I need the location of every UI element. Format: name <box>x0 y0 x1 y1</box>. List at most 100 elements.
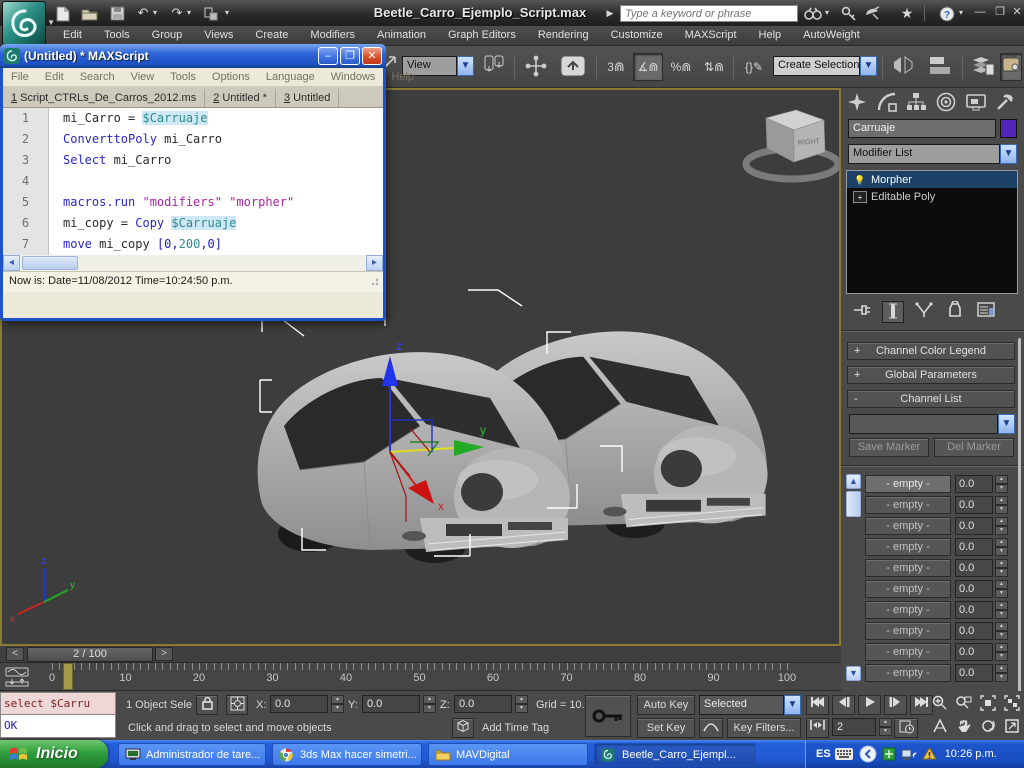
expand-search-icon[interactable]: ▶ <box>604 4 616 23</box>
previous-frame-arrow[interactable]: < <box>6 647 24 661</box>
object-color-swatch[interactable] <box>1000 119 1017 138</box>
channel-value-field[interactable]: 0.0 <box>955 622 993 640</box>
menu-help[interactable]: Help <box>748 26 793 46</box>
create-tab-icon[interactable] <box>845 91 869 113</box>
auto-key-button[interactable]: Auto Key <box>637 695 695 715</box>
rollout-global-parameters[interactable]: + Global Parameters <box>847 366 1015 384</box>
select-manipulate-icon[interactable] <box>520 53 552 81</box>
modifier-list-dropdown[interactable]: Modifier List ▼ <box>848 144 1017 164</box>
remove-modifier-icon[interactable] <box>944 301 966 323</box>
layer-manager-icon[interactable] <box>968 53 998 81</box>
minimize-button[interactable]: – <box>318 47 338 65</box>
orbit-icon[interactable] <box>976 718 999 739</box>
viewcube[interactable]: RIGHT <box>746 110 838 179</box>
y-spinner-up-icon[interactable]: ▲ <box>423 695 436 704</box>
graphite-ribbon-toggle[interactable] <box>1000 53 1022 81</box>
key-filters-button[interactable]: Key Filters... <box>727 718 801 738</box>
code-line[interactable]: 5macros.run "modifiers" "morpher" <box>3 192 383 213</box>
code-line[interactable]: 2ConverttoPoly mi_Carro <box>3 129 383 150</box>
select-link-icon[interactable] <box>200 4 222 23</box>
open-file-icon[interactable] <box>78 4 100 23</box>
help-icon[interactable]: ? <box>936 4 958 23</box>
next-frame-icon[interactable] <box>884 695 907 715</box>
marker-dropdown[interactable]: ▼ <box>849 414 1015 434</box>
taskbar-task-1[interactable]: Administrador de tare... <box>118 743 266 766</box>
channel-button[interactable]: - empty - <box>865 475 951 493</box>
z-coordinate-field[interactable]: 0.0 <box>454 695 512 713</box>
taskbar-task-2[interactable]: 3ds Max hacer simetri... <box>272 743 422 766</box>
channel-button[interactable]: - empty - <box>865 496 951 514</box>
code-line[interactable]: 6mi_copy = Copy $Carruaje <box>3 213 383 234</box>
restore-button[interactable]: ❐ <box>992 6 1008 20</box>
maximize-viewport-toggle-icon[interactable] <box>1000 718 1023 739</box>
maxscript-menu-windows[interactable]: Windows <box>323 68 384 86</box>
next-frame-arrow[interactable]: > <box>155 647 173 661</box>
menu-maxscript[interactable]: MAXScript <box>674 26 748 46</box>
rollout-channel-color-legend[interactable]: + Channel Color Legend <box>847 342 1015 360</box>
key-icon[interactable] <box>838 4 860 23</box>
channel-value-field[interactable]: 0.0 <box>955 496 993 514</box>
channel-value-field[interactable]: 0.0 <box>955 517 993 535</box>
taskbar-clock[interactable]: 10:26 p.m. <box>945 748 997 760</box>
minimize-button[interactable]: — <box>972 6 988 20</box>
lightbulb-icon[interactable]: 💡 <box>853 174 867 186</box>
expand-plus-icon[interactable]: + <box>853 191 867 203</box>
spinner-up-icon[interactable]: ▲ <box>995 622 1008 631</box>
spinner-down-icon[interactable]: ▼ <box>995 547 1008 556</box>
spinner-down-icon[interactable]: ▼ <box>995 505 1008 514</box>
maximize-button[interactable]: ❐ <box>340 47 360 65</box>
language-indicator[interactable]: ES <box>816 748 831 760</box>
object-name-field[interactable]: Carruaje <box>848 119 996 138</box>
display-tab-icon[interactable] <box>964 91 988 113</box>
channel-button[interactable]: - empty - <box>865 580 951 598</box>
time-configuration-icon[interactable] <box>894 718 918 738</box>
menu-customize[interactable]: Customize <box>600 26 674 46</box>
channel-button[interactable]: - empty - <box>865 664 951 682</box>
angle-snap-toggle[interactable]: ∡⋒ <box>633 53 663 81</box>
field-of-view-icon[interactable] <box>928 718 951 739</box>
save-marker-button[interactable]: Save Marker <box>849 438 929 457</box>
default-in-out-tangents-icon[interactable] <box>699 718 723 738</box>
zoom-all-icon[interactable] <box>952 695 975 716</box>
maxscript-menu-edit[interactable]: Edit <box>37 68 72 86</box>
hide-icons-chevron-icon[interactable] <box>859 745 877 763</box>
frame-spinner-up-icon[interactable]: ▲ <box>879 718 892 727</box>
menu-autoweight[interactable]: AutoWeight <box>792 26 871 46</box>
save-file-icon[interactable] <box>106 4 128 23</box>
keyboard-shortcut-override-icon[interactable] <box>556 53 590 81</box>
spinner-up-icon[interactable]: ▲ <box>995 601 1008 610</box>
maxscript-menu-tools[interactable]: Tools <box>162 68 204 86</box>
scrollbar-thumb[interactable] <box>22 256 78 270</box>
spinner-up-icon[interactable]: ▲ <box>995 643 1008 652</box>
channel-value-field[interactable]: 0.0 <box>955 580 993 598</box>
current-frame-field[interactable]: 2 <box>832 718 876 736</box>
snap-3d-toggle[interactable]: 3⋒ <box>602 53 630 81</box>
spinner-up-icon[interactable]: ▲ <box>995 475 1008 484</box>
channel-scroll-up-icon[interactable]: ▲ <box>846 474 861 489</box>
maxscript-menu-language[interactable]: Language <box>258 68 323 86</box>
named-selection-sets-icon[interactable]: {}✎ <box>738 53 770 81</box>
spinner-up-icon[interactable]: ▲ <box>995 580 1008 589</box>
spinner-up-icon[interactable]: ▲ <box>995 664 1008 673</box>
maxscript-menu-search[interactable]: Search <box>72 68 123 86</box>
maxscript-menu-help[interactable]: Help <box>383 68 422 86</box>
menu-tools[interactable]: Tools <box>93 26 141 46</box>
show-end-result-icon[interactable] <box>882 301 904 323</box>
code-line[interactable]: 3Select mi_Carro <box>3 150 383 171</box>
maxscript-menu-view[interactable]: View <box>123 68 163 86</box>
make-unique-icon[interactable] <box>913 301 935 323</box>
start-button[interactable]: Inicio <box>0 740 108 768</box>
percent-snap-toggle[interactable]: %⋒ <box>666 53 696 81</box>
horizontal-scrollbar[interactable]: ◂ ▸ <box>3 255 383 271</box>
menu-group[interactable]: Group <box>141 26 194 46</box>
spinner-down-icon[interactable]: ▼ <box>995 526 1008 535</box>
channel-button[interactable]: - empty - <box>865 622 951 640</box>
undo-dropdown-icon[interactable]: ▾ <box>150 4 160 23</box>
x-spinner-down-icon[interactable]: ▼ <box>331 704 344 713</box>
key-mode-toggle-icon[interactable] <box>806 718 829 738</box>
menu-rendering[interactable]: Rendering <box>527 26 600 46</box>
frame-spinner-down-icon[interactable]: ▼ <box>879 727 892 736</box>
code-editor[interactable]: 1mi_Carro = $Carruaje2ConverttoPoly mi_C… <box>3 108 383 255</box>
spinner-down-icon[interactable]: ▼ <box>995 610 1008 619</box>
channel-button[interactable]: - empty - <box>865 538 951 556</box>
